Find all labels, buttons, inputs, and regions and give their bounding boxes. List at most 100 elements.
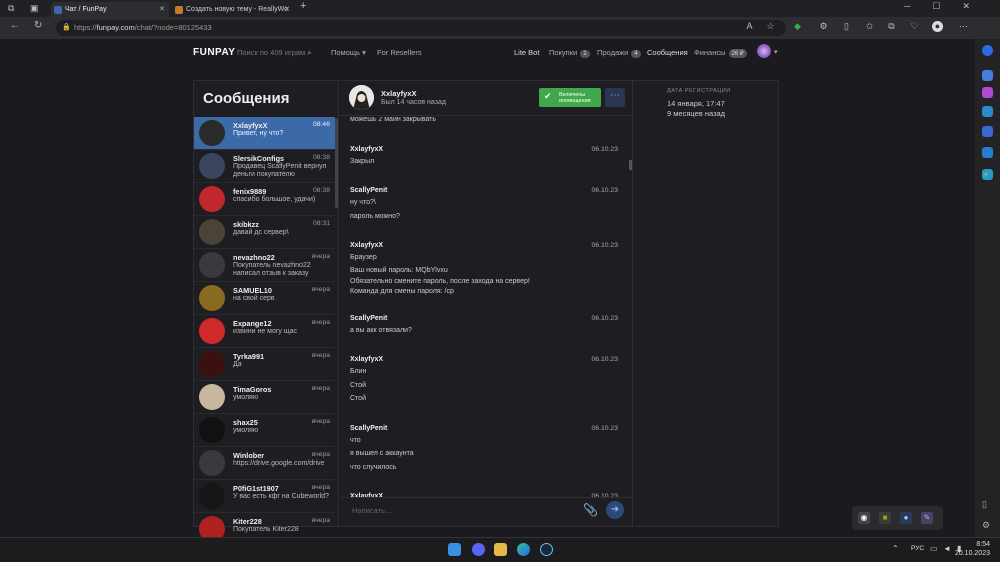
extension-shield-icon[interactable]: ◆ [792, 21, 803, 32]
chat-item-name: fenix9889 [233, 187, 267, 196]
chat-item-preview: https://drive.google.com/drive [233, 460, 325, 467]
outlook-icon[interactable] [982, 147, 993, 158]
chat-list-item[interactable]: Tyrka991 вчера Да [194, 348, 335, 381]
search-icon[interactable] [982, 70, 993, 81]
message-author[interactable]: XxlayfyxX [350, 242, 383, 249]
bing-chat-icon[interactable] [982, 45, 993, 56]
url-input[interactable]: 🔒 https://funpay.com/chat/?node=80125433 [56, 20, 786, 36]
chat-item-preview: Да [233, 361, 242, 368]
message-author[interactable]: ScallyPenit [350, 425, 387, 432]
taskbar-clock[interactable]: 8:54 20.10.2023 [955, 540, 990, 558]
workspaces-icon[interactable]: ⧉ [8, 3, 14, 14]
send-button[interactable]: ➜ [606, 501, 624, 519]
chat-avatar [199, 450, 225, 476]
tab-reallyworld[interactable]: Создать новую тему - ReallyWo ✕ [172, 2, 294, 17]
attach-file-icon[interactable]: 📎 [583, 503, 598, 517]
chat-item-preview: Покупатель Kiter228 [233, 526, 299, 533]
discord-taskbar-icon[interactable] [472, 543, 485, 556]
back-icon[interactable]: ← [10, 20, 20, 31]
steam-tray-icon[interactable]: ● [900, 512, 912, 524]
tools-icon[interactable] [982, 106, 993, 117]
network-icon[interactable]: ▭ [930, 544, 938, 553]
favorites-icon[interactable]: ✩ [864, 21, 875, 32]
sales-label: Продажи [597, 48, 629, 57]
search-icon[interactable]: ⌕ [307, 48, 311, 57]
clock-time: 8:54 [976, 541, 990, 548]
favorite-star-icon[interactable]: ☆ [765, 21, 776, 32]
anime-avatar-icon [349, 85, 374, 110]
close-tab-icon[interactable]: ✕ [159, 2, 165, 17]
purchases-link[interactable]: Покупки 1 [549, 48, 590, 58]
games-icon[interactable] [982, 126, 993, 137]
funpay-logo[interactable]: FUNPAY [193, 47, 235, 58]
feather-tray-icon[interactable]: ✎ [921, 512, 933, 524]
chat-item-time: 08:46 [312, 121, 330, 128]
sales-link[interactable]: Продажи 4 [597, 48, 641, 58]
chat-item-name: shax25 [233, 418, 258, 427]
new-tab-icon[interactable]: + [300, 0, 306, 12]
heart-icon[interactable]: ♡ [909, 21, 920, 32]
chat-partner-name[interactable]: XxlayfyxX [381, 89, 416, 98]
split-screen-icon[interactable]: ▯ [841, 21, 852, 32]
chat-item-preview: Покупатель nevazhno22 написал отзыв к за… [233, 262, 311, 277]
chat-list-item[interactable]: Winlober вчера https://drive.google.com/dr… [194, 447, 335, 480]
chat-item-name: Winlober [233, 451, 265, 460]
message-author[interactable]: XxlayfyxX [350, 146, 383, 153]
close-tab-icon[interactable]: ✕ [284, 2, 290, 17]
chat-item-time: вчера [311, 319, 330, 326]
search-input[interactable]: Поиск по 409 играм ⌕ [237, 48, 312, 58]
language-indicator[interactable]: РУС [911, 545, 924, 552]
shopping-icon[interactable] [982, 87, 993, 98]
url-path: /chat/?node=80125433 [134, 23, 212, 32]
more-menu-icon[interactable]: ⋯ [958, 21, 969, 32]
edge-taskbar-icon[interactable] [517, 543, 530, 556]
refresh-icon[interactable]: ↻ [34, 20, 42, 31]
chat-list-item[interactable]: nevazhno22 вчера Покупатель nevazhno22 нап… [194, 249, 335, 282]
chat-item-time: 08:31 [312, 220, 330, 227]
volume-icon[interactable]: ◄ [943, 544, 951, 553]
resellers-link[interactable]: For Resellers [377, 48, 422, 57]
show-hidden-icons-icon[interactable]: ⌃ [892, 544, 899, 553]
message-author[interactable]: ScallyPenit [350, 315, 387, 322]
settings-gear-icon[interactable]: ⚙ [818, 21, 829, 32]
messages-link[interactable]: Сообщения [647, 48, 688, 57]
chat-list-scrollbar[interactable] [335, 118, 338, 208]
lite-bot-link[interactable]: Lite Bot [514, 48, 539, 57]
chat-list-item[interactable]: P0fiG1st1907 вчера У вас есть кфг на Cubew… [194, 480, 335, 513]
tab-actions-icon[interactable]: ▣ [30, 3, 39, 14]
message-input[interactable]: Написать... [352, 506, 391, 515]
nvidia-tray-icon[interactable]: ■ [879, 512, 891, 524]
collections-icon[interactable]: ⧉ [886, 21, 897, 32]
help-menu[interactable]: Помощь ▾ [331, 48, 366, 57]
window-controls[interactable]: ─☐✕ [904, 1, 992, 12]
chat-list-item[interactable]: XxlayfyxX 08:46 Привет, ну что? [194, 117, 335, 150]
read-aloud-icon[interactable]: A [744, 21, 755, 32]
chat-list-item[interactable]: skibkzz 08:31 давай дс сервер\ [194, 216, 335, 249]
discord-tray-icon[interactable]: ◉ [858, 512, 870, 524]
chat-partner-avatar[interactable] [349, 85, 374, 110]
chat-avatar [199, 153, 225, 179]
finances-link[interactable]: Финансы 26 ₽ [694, 48, 747, 58]
sidebar-toggle-icon[interactable]: ▯ [982, 499, 987, 510]
chat-list-item[interactable]: shax25 вчера умоляю [194, 414, 335, 447]
more-options-button[interactable]: ⋯ [605, 88, 625, 107]
steam-taskbar-icon[interactable] [540, 543, 553, 556]
user-info-panel [632, 80, 779, 527]
user-avatar[interactable] [757, 44, 771, 58]
message-text: Стой [350, 381, 366, 389]
chat-list-item[interactable]: SlersikConfigs 08:38 Продавец ScallyPenit … [194, 150, 335, 183]
message-author[interactable]: XxlayfyxX [350, 356, 383, 363]
tab-funpay-chat[interactable]: Чат / FunPay ✕ [51, 2, 169, 17]
chat-list-item[interactable]: Expange12 вчера извини не могу щас [194, 315, 335, 348]
add-icon[interactable]: + [983, 170, 989, 181]
sidebar-settings-icon[interactable]: ⚙ [982, 520, 990, 531]
windows-start-icon[interactable] [448, 543, 461, 556]
message-author[interactable]: ScallyPenit [350, 187, 387, 194]
chat-list-item[interactable]: SAMUEL10 вчера на свой серв [194, 282, 335, 315]
file-explorer-icon[interactable] [494, 543, 507, 556]
profile-avatar-icon[interactable]: ● [932, 21, 943, 32]
chevron-down-icon[interactable]: ▾ [774, 48, 778, 56]
chat-list-item[interactable]: fenix9889 08:38 спасибо большое, удачи) [194, 183, 335, 216]
chat-item-preview: умоляю [233, 394, 259, 401]
chat-list-item[interactable]: TimaGoros вчера умоляю [194, 381, 335, 414]
